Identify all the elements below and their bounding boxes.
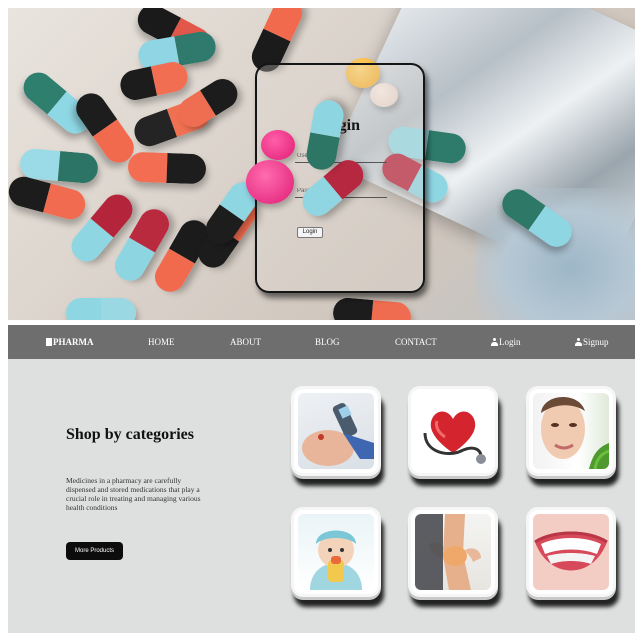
- nav-signup[interactable]: Signup: [575, 337, 609, 347]
- category-tile-heart-care[interactable]: [408, 386, 498, 476]
- navbar: PHARMA HOME ABOUT BLOG CONTACT Login Sig…: [8, 325, 635, 359]
- hero-banner: Login Login: [8, 8, 635, 320]
- tablet: [261, 130, 295, 160]
- knee-icon: [415, 514, 481, 590]
- user-icon: [491, 338, 498, 346]
- pharma-logo-icon: [46, 338, 52, 346]
- nav-login[interactable]: Login: [491, 337, 521, 347]
- dental-care-image: [533, 514, 609, 590]
- nav-about[interactable]: ABOUT: [230, 337, 261, 347]
- category-tile-joint-care[interactable]: [408, 507, 498, 597]
- category-tile-dental-care[interactable]: [526, 507, 616, 597]
- nav-blog[interactable]: BLOG: [315, 337, 340, 347]
- baby-care-image: [298, 514, 374, 590]
- capsule: [127, 151, 207, 185]
- nav-contact[interactable]: CONTACT: [395, 337, 437, 347]
- baby-icon: [310, 530, 362, 590]
- categories-section: Shop by categories Medicines in a pharma…: [8, 359, 635, 633]
- categories-description: Medicines in a pharmacy are carefully di…: [66, 476, 201, 512]
- category-tile-skin-care[interactable]: [526, 386, 616, 476]
- tablet: [246, 160, 294, 204]
- glucose-test-image: [298, 393, 374, 469]
- categories-heading: Shop by categories: [66, 426, 194, 443]
- capsule: [117, 59, 191, 103]
- brand-name: PHARMA: [53, 337, 94, 347]
- smile-icon: [534, 531, 608, 571]
- face-icon: [541, 396, 609, 469]
- login-button[interactable]: Login: [297, 227, 323, 238]
- skin-care-image: [533, 393, 609, 469]
- more-products-button[interactable]: More Products: [66, 542, 123, 560]
- glucose-meter-icon: [302, 402, 374, 466]
- brand-logo[interactable]: PHARMA: [46, 337, 94, 347]
- category-tile-baby-care[interactable]: [291, 507, 381, 597]
- joint-pain-image: [415, 514, 491, 590]
- nav-signup-label: Signup: [583, 337, 609, 347]
- nav-login-label: Login: [499, 337, 521, 347]
- user-plus-icon: [575, 338, 582, 346]
- capsule: [66, 298, 136, 320]
- heart-icon: [423, 411, 486, 464]
- category-tile-glucose-test[interactable]: [291, 386, 381, 476]
- capsule: [331, 296, 413, 320]
- nav-home[interactable]: HOME: [148, 337, 175, 347]
- tray-reflection: [475, 188, 635, 320]
- heart-stethoscope-image: [415, 393, 491, 469]
